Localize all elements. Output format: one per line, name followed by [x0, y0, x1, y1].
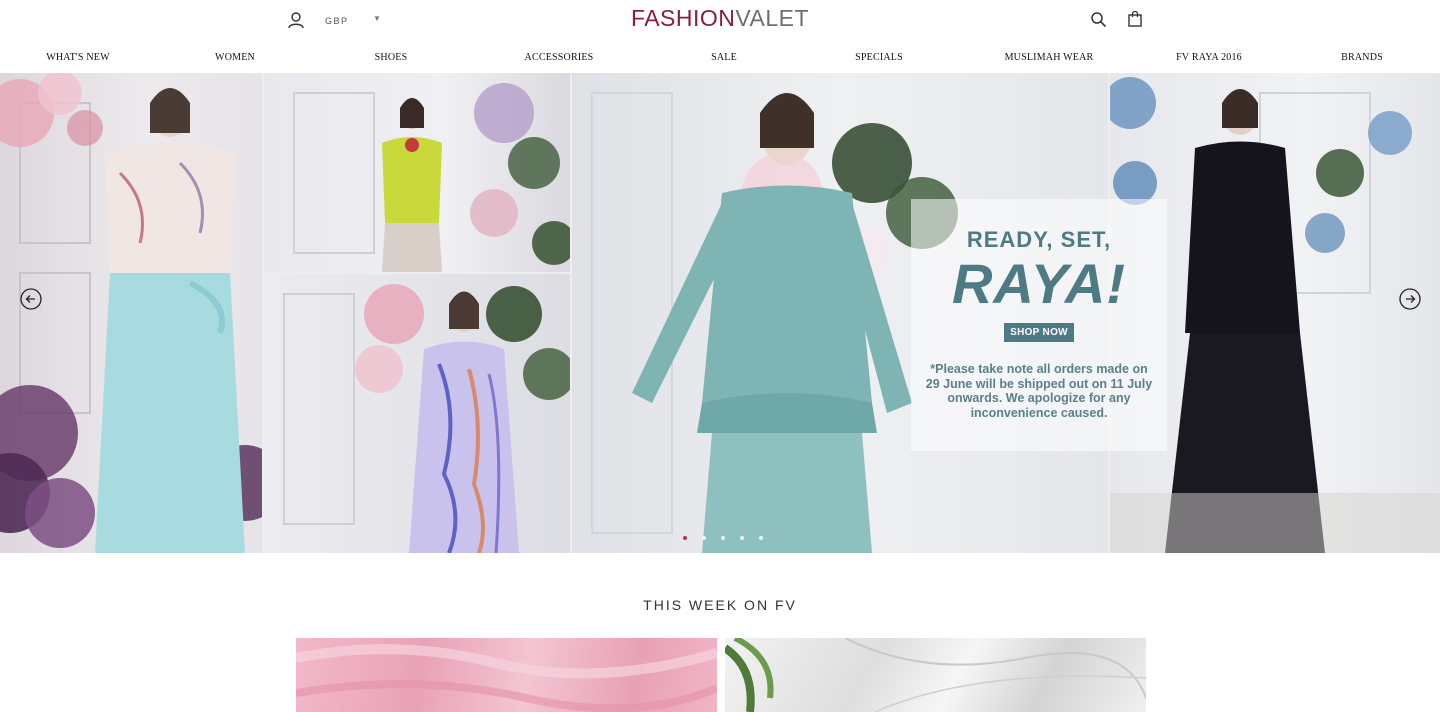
- shopping-bag-icon[interactable]: [1128, 11, 1142, 27]
- promo-banner: READY, SET, RAYA! SHOP NOW *Please take …: [911, 199, 1167, 451]
- model-illustration-1: [0, 73, 262, 553]
- nav-item-specials[interactable]: Specials: [855, 52, 903, 63]
- nav-item-brands[interactable]: Brands: [1341, 52, 1383, 63]
- model-illustration-3: [283, 284, 570, 553]
- search-icon[interactable]: [1090, 11, 1107, 28]
- nav-item-sale[interactable]: Sale: [711, 52, 737, 63]
- slider-dot-2[interactable]: [702, 536, 706, 540]
- slider-dot-5[interactable]: [759, 536, 763, 540]
- slider-prev-arrow-icon[interactable]: [20, 288, 42, 310]
- logo-text-valet: VALET: [735, 5, 810, 31]
- shop-now-button[interactable]: SHOP NOW: [1004, 323, 1074, 342]
- site-logo[interactable]: FASHIONVALET: [0, 5, 1440, 31]
- logo-text-fashion: FASHION: [630, 5, 736, 31]
- hero-photo-model-1[interactable]: [0, 73, 262, 553]
- model-illustration-2: [293, 83, 570, 272]
- nav-item-muslimah-wear[interactable]: Muslimah Wear: [1005, 52, 1094, 63]
- this-week-tile-2[interactable]: [725, 638, 1146, 712]
- nav-item-whats-new[interactable]: What's New: [46, 52, 110, 63]
- main-nav: What's New Women Shoes Accessories Sale …: [0, 52, 1440, 68]
- hero-slider[interactable]: READY, SET, RAYA! SHOP NOW *Please take …: [0, 73, 1440, 553]
- section-title-this-week: THIS WEEK ON FV: [643, 597, 797, 613]
- top-bar: GBP ▼ FASHIONVALET: [0, 0, 1440, 44]
- nav-item-accessories[interactable]: Accessories: [525, 52, 594, 63]
- hero-photo-model-3[interactable]: [264, 274, 570, 553]
- promo-headline: READY, SET,: [966, 227, 1112, 252]
- this-week-tile-1[interactable]: [296, 638, 717, 712]
- slider-dot-3[interactable]: [721, 536, 725, 540]
- slider-dot-1[interactable]: [683, 536, 687, 540]
- promo-shipping-note: *Please take note all orders made on 29 …: [925, 362, 1153, 420]
- tile-image-pink-texture: [296, 644, 717, 712]
- nav-item-fv-raya-2016[interactable]: FV Raya 2016: [1176, 52, 1242, 63]
- slider-dot-4[interactable]: [740, 536, 744, 540]
- slider-next-arrow-icon[interactable]: [1399, 288, 1421, 310]
- promo-headline-raya: RAYA!: [951, 252, 1126, 315]
- nav-item-women[interactable]: Women: [215, 52, 255, 63]
- tile-image-marble-leaves: [725, 638, 1146, 712]
- hero-photo-model-2[interactable]: [264, 73, 570, 272]
- nav-item-shoes[interactable]: Shoes: [375, 52, 408, 63]
